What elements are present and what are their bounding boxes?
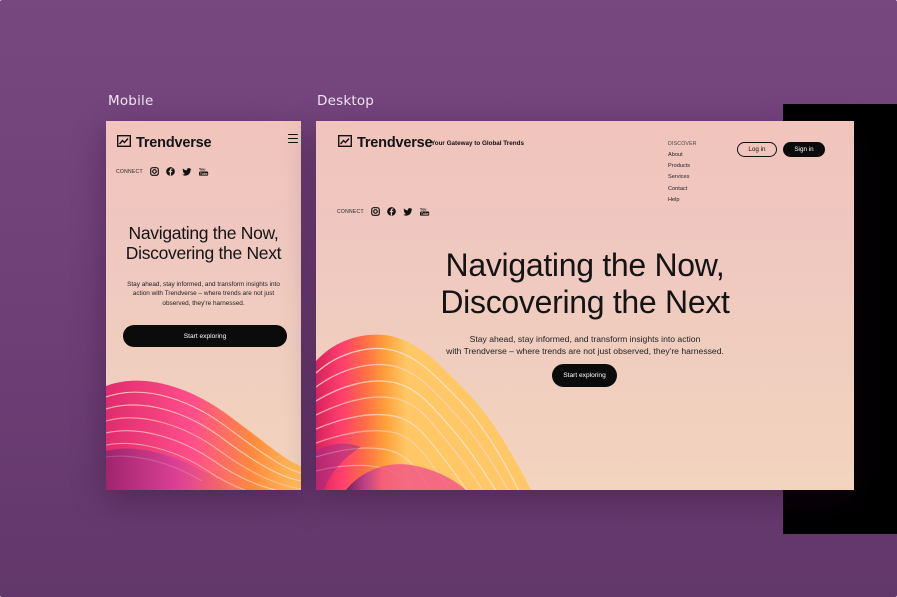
nav-heading: DISCOVER (668, 141, 697, 147)
desktop-hero-title-line1: Navigating the Now, (445, 247, 725, 283)
desktop-hero-title: Navigating the Now, Discovering the Next (316, 247, 854, 321)
desktop-connect-row: CONNECT You Tube (337, 207, 430, 216)
facebook-icon[interactable] (387, 207, 396, 216)
nav-item-help[interactable]: Help (668, 197, 697, 204)
mobile-brand-name: Trendverse (136, 135, 212, 151)
mobile-hero-subtitle: Stay ahead, stay informed, and transform… (127, 281, 280, 307)
desktop-label: Desktop (317, 93, 375, 109)
twitter-icon[interactable] (182, 167, 192, 176)
trending-up-chart-icon (116, 134, 132, 151)
nav-item-about[interactable]: About (668, 152, 697, 159)
desktop-hero-subtitle-line2: with Trendverse – where trends are not j… (446, 346, 724, 357)
facebook-icon[interactable] (166, 167, 175, 176)
desktop-start-exploring-button[interactable]: Start exploring (552, 364, 617, 387)
youtube-icon[interactable]: You Tube (419, 207, 430, 216)
desktop-hero-subtitle: Stay ahead, stay informed, and transform… (316, 333, 854, 357)
mobile-frame: Trendverse CONNECT You Tube Navigating th… (106, 121, 301, 490)
svg-text:Tube: Tube (200, 172, 208, 176)
mobile-hero-title-line1: Navigating the Now, (128, 223, 279, 243)
trending-up-chart-icon (337, 134, 353, 151)
connect-label: CONNECT (337, 208, 364, 215)
nav-item-services[interactable]: Services (668, 174, 697, 181)
nav-item-contact[interactable]: Contact (668, 186, 697, 193)
mobile-hero-title: Navigating the Now, Discovering the Next (106, 223, 301, 263)
desktop-hero-subtitle-line1: Stay ahead, stay informed, and transform… (469, 334, 701, 344)
desktop-brand-name: Trendverse (357, 135, 433, 151)
twitter-icon[interactable] (403, 207, 413, 216)
svg-text:Tube: Tube (421, 212, 429, 216)
signin-button[interactable]: Sign in (783, 142, 825, 157)
desktop-hero-title-line2: Discovering the Next (440, 283, 730, 320)
discover-nav: DISCOVER About Products Services Contact… (668, 141, 697, 204)
nav-item-products[interactable]: Products (668, 163, 697, 170)
hamburger-menu-icon[interactable] (288, 134, 298, 143)
svg-text:You: You (199, 168, 205, 172)
mobile-label: Mobile (108, 93, 154, 109)
instagram-icon[interactable] (149, 167, 159, 176)
mobile-logo[interactable]: Trendverse (116, 134, 212, 151)
connect-label: CONNECT (116, 168, 143, 175)
mobile-connect-row: CONNECT You Tube (116, 167, 209, 176)
canvas-background: Mobile Desktop Trendverse CONNECT You Tu… (0, 0, 897, 597)
svg-text:You: You (420, 208, 426, 212)
desktop-frame: Trendverse Your Gateway to Global Trends… (316, 121, 854, 490)
youtube-icon[interactable]: You Tube (198, 167, 209, 176)
brand-tagline: Your Gateway to Global Trends (431, 140, 524, 147)
mobile-start-exploring-button[interactable]: Start exploring (123, 325, 287, 347)
login-button[interactable]: Log in (737, 142, 777, 157)
desktop-logo[interactable]: Trendverse (337, 134, 433, 151)
mobile-hero-title-line2: Discovering the Next (125, 242, 282, 263)
instagram-icon[interactable] (370, 207, 380, 216)
